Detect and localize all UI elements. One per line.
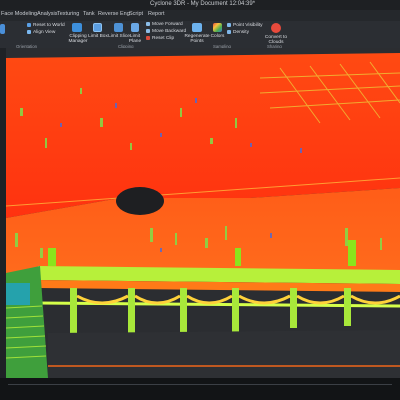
window-title: Cyclone 3DR - My Document 12:04:39* <box>150 1 256 7</box>
left-panel-edge <box>0 48 6 378</box>
tab-report[interactable]: Report <box>148 11 165 17</box>
limit-plane-button[interactable]: Limit Plane <box>126 34 144 44</box>
reset-to-world-icon <box>27 23 31 27</box>
tab-analysis[interactable]: Analysis <box>37 11 57 17</box>
reset-to-world-button[interactable]: Reset to World <box>33 23 65 28</box>
app-window: Cyclone 3DR - My Document 12:04:39* Face… <box>0 0 400 400</box>
point-cloud-render[interactable] <box>0 48 400 378</box>
regenerate-points-icon <box>192 23 202 32</box>
density-icon <box>227 30 231 34</box>
tab-tank[interactable]: Tank <box>83 11 95 17</box>
align-view-button[interactable]: Align View <box>33 30 55 35</box>
point-visibility-icon <box>227 23 231 27</box>
colors-button[interactable]: Colors <box>208 34 227 39</box>
regenerate-points-button[interactable]: Regenerate Points <box>184 34 210 44</box>
tab-texturing[interactable]: Texturing <box>57 11 79 17</box>
tab-face-modeling[interactable]: Face Modeling <box>1 11 37 17</box>
move-backward-button[interactable]: Move Backward <box>152 29 186 34</box>
limit-box-icon <box>93 23 102 32</box>
limit-box-button[interactable]: Limit Box <box>88 34 108 39</box>
move-backward-icon <box>146 29 150 33</box>
point-visibility-button[interactable]: Point Visibility <box>233 23 263 28</box>
status-divider <box>8 384 392 385</box>
title-bar: Cyclone 3DR - My Document 12:04:39* <box>0 0 400 10</box>
align-view-icon <box>27 30 31 34</box>
reset-clip-icon <box>146 36 150 40</box>
move-forward-button[interactable]: Move Forward <box>152 22 183 27</box>
ribbon-tab-bar: Face Modeling Analysis Texturing Tank Re… <box>0 10 400 21</box>
colors-icon <box>213 23 222 32</box>
orientation-icon[interactable] <box>0 24 5 34</box>
tab-reverse-eng[interactable]: Reverse Eng <box>98 11 130 17</box>
3d-viewport[interactable] <box>0 48 400 378</box>
reset-clip-button[interactable]: Reset Clip <box>152 36 174 41</box>
move-forward-icon <box>146 22 150 26</box>
limit-slice-icon <box>114 23 123 32</box>
ribbon-toolbar: Reset to World Align View Clipping Manag… <box>0 21 400 49</box>
clipping-manager-button[interactable]: Clipping Manager <box>67 34 89 44</box>
convert-to-clouds-icon <box>271 23 281 33</box>
tab-script[interactable]: Script <box>129 11 143 17</box>
limit-plane-icon <box>131 23 139 32</box>
status-bar <box>0 378 400 400</box>
clipping-manager-icon <box>72 23 82 32</box>
density-button[interactable]: Density <box>233 30 249 35</box>
